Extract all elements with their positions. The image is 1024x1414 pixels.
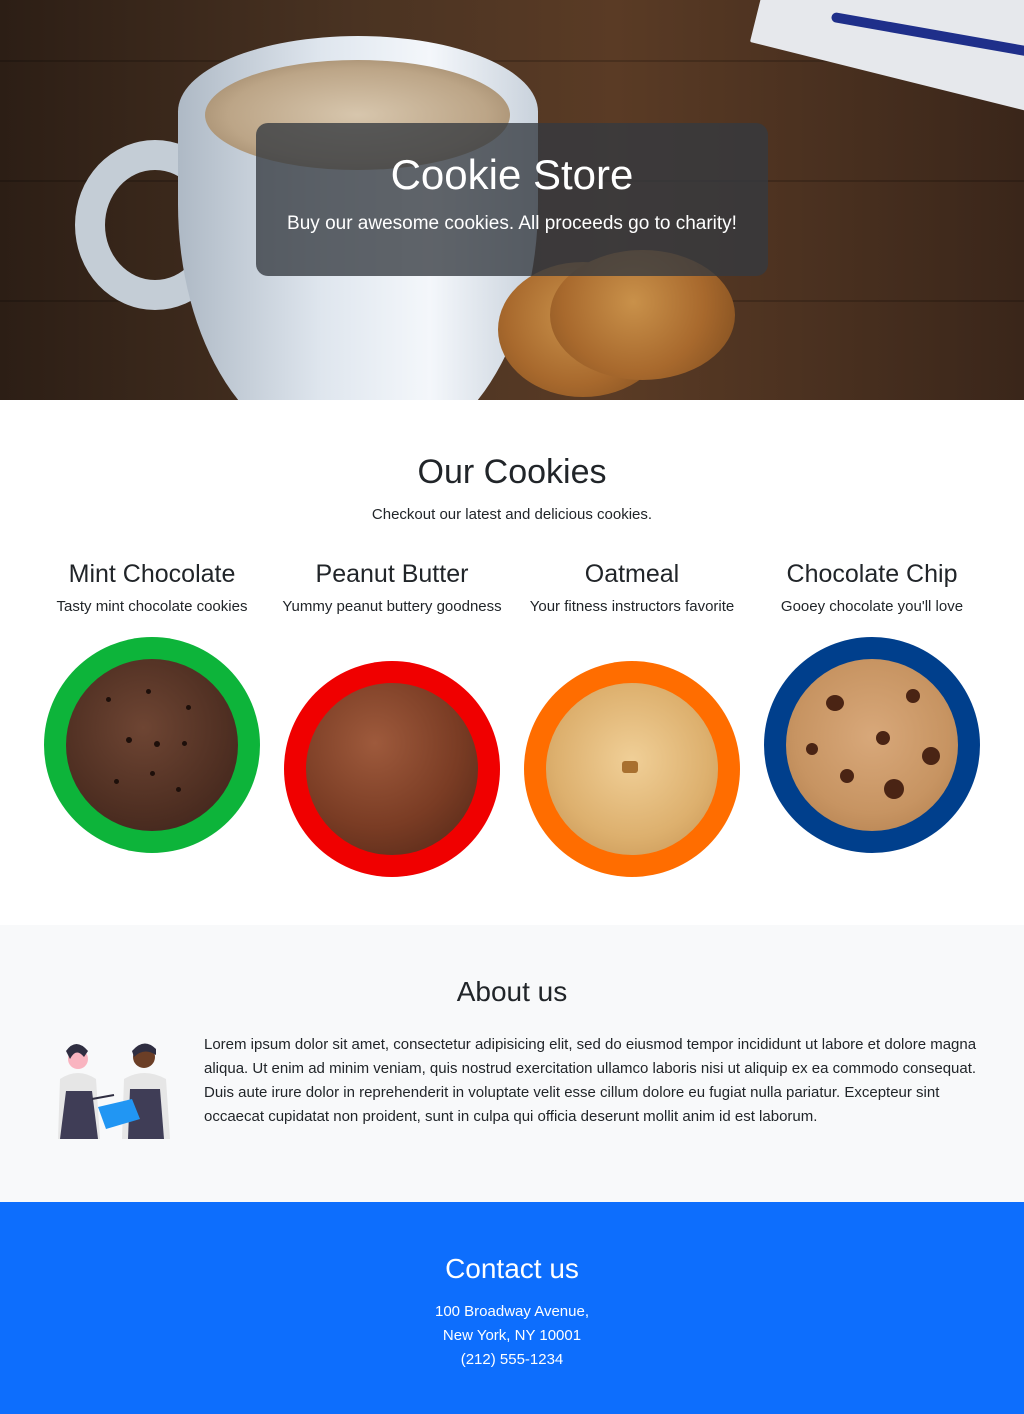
cookies-title: Our Cookies (417, 453, 607, 491)
cookie-description: Gooey chocolate you'll love (780, 598, 964, 615)
cookies-section: Our Cookies Checkout our latest and deli… (0, 400, 1024, 925)
cookie-card-chocolate-chip: Chocolate Chip Gooey chocolate you'll lo… (752, 557, 992, 619)
cookies-subtitle: Checkout our latest and delicious cookie… (371, 506, 653, 523)
bakers-illustration (58, 1043, 170, 1139)
hero-subtitle: Buy our awesome cookies. All proceeds go… (287, 213, 737, 234)
about-text: Lorem ipsum dolor sit amet, consectetur … (204, 1036, 977, 1125)
cookie-name: Peanut Butter (315, 560, 469, 588)
chocolate-chip-cookie-image (786, 659, 958, 831)
cookie-name: Chocolate Chip (786, 560, 958, 588)
contact-phone: (212) 555-1234 (460, 1351, 564, 1368)
contact-details: 100 Broadway Avenue, New York, NY 10001 … (0, 1300, 1024, 1372)
cookie-name: Mint Chocolate (68, 560, 236, 588)
contact-address-line2: New York, NY 10001 (442, 1327, 582, 1344)
notepad-image (749, 0, 1024, 115)
contact-address-line1: 100 Broadway Avenue, (434, 1303, 589, 1320)
cookie-image-oatmeal (524, 661, 740, 877)
cookie-card-peanut-butter: Peanut Butter Yummy peanut buttery goodn… (272, 557, 512, 619)
cookie-card-oatmeal: Oatmeal Your fitness instructors favorit… (512, 557, 752, 619)
cookie-description: Yummy peanut buttery goodness (282, 598, 502, 615)
contact-title: Contact us (445, 1253, 579, 1284)
cookie-image-mint-chocolate (44, 637, 260, 853)
cookie-image-chocolate-chip (764, 637, 980, 853)
cookie-description: Your fitness instructors favorite (529, 598, 735, 615)
hero-banner: Cookie Store Buy our awesome cookies. Al… (0, 0, 1024, 400)
hero-caption-box: Cookie Store Buy our awesome cookies. Al… (256, 123, 768, 276)
peanut-butter-cookie-image (306, 683, 478, 855)
hero-title: Cookie Store (390, 151, 634, 198)
oatmeal-cookie-image (546, 683, 718, 855)
cookie-card-mint-chocolate: Mint Chocolate Tasty mint chocolate cook… (32, 557, 272, 619)
cookie-description: Tasty mint chocolate cookies (56, 598, 248, 615)
about-section: About us Lorem ipsum dolor sit amet, con… (0, 925, 1024, 1202)
about-title: About us (456, 976, 568, 1007)
mint-chocolate-cookie-image (66, 659, 238, 831)
cookie-name: Oatmeal (584, 560, 680, 588)
contact-section: Contact us 100 Broadway Avenue, New York… (0, 1202, 1024, 1414)
cookie-image-peanut-butter (284, 661, 500, 877)
